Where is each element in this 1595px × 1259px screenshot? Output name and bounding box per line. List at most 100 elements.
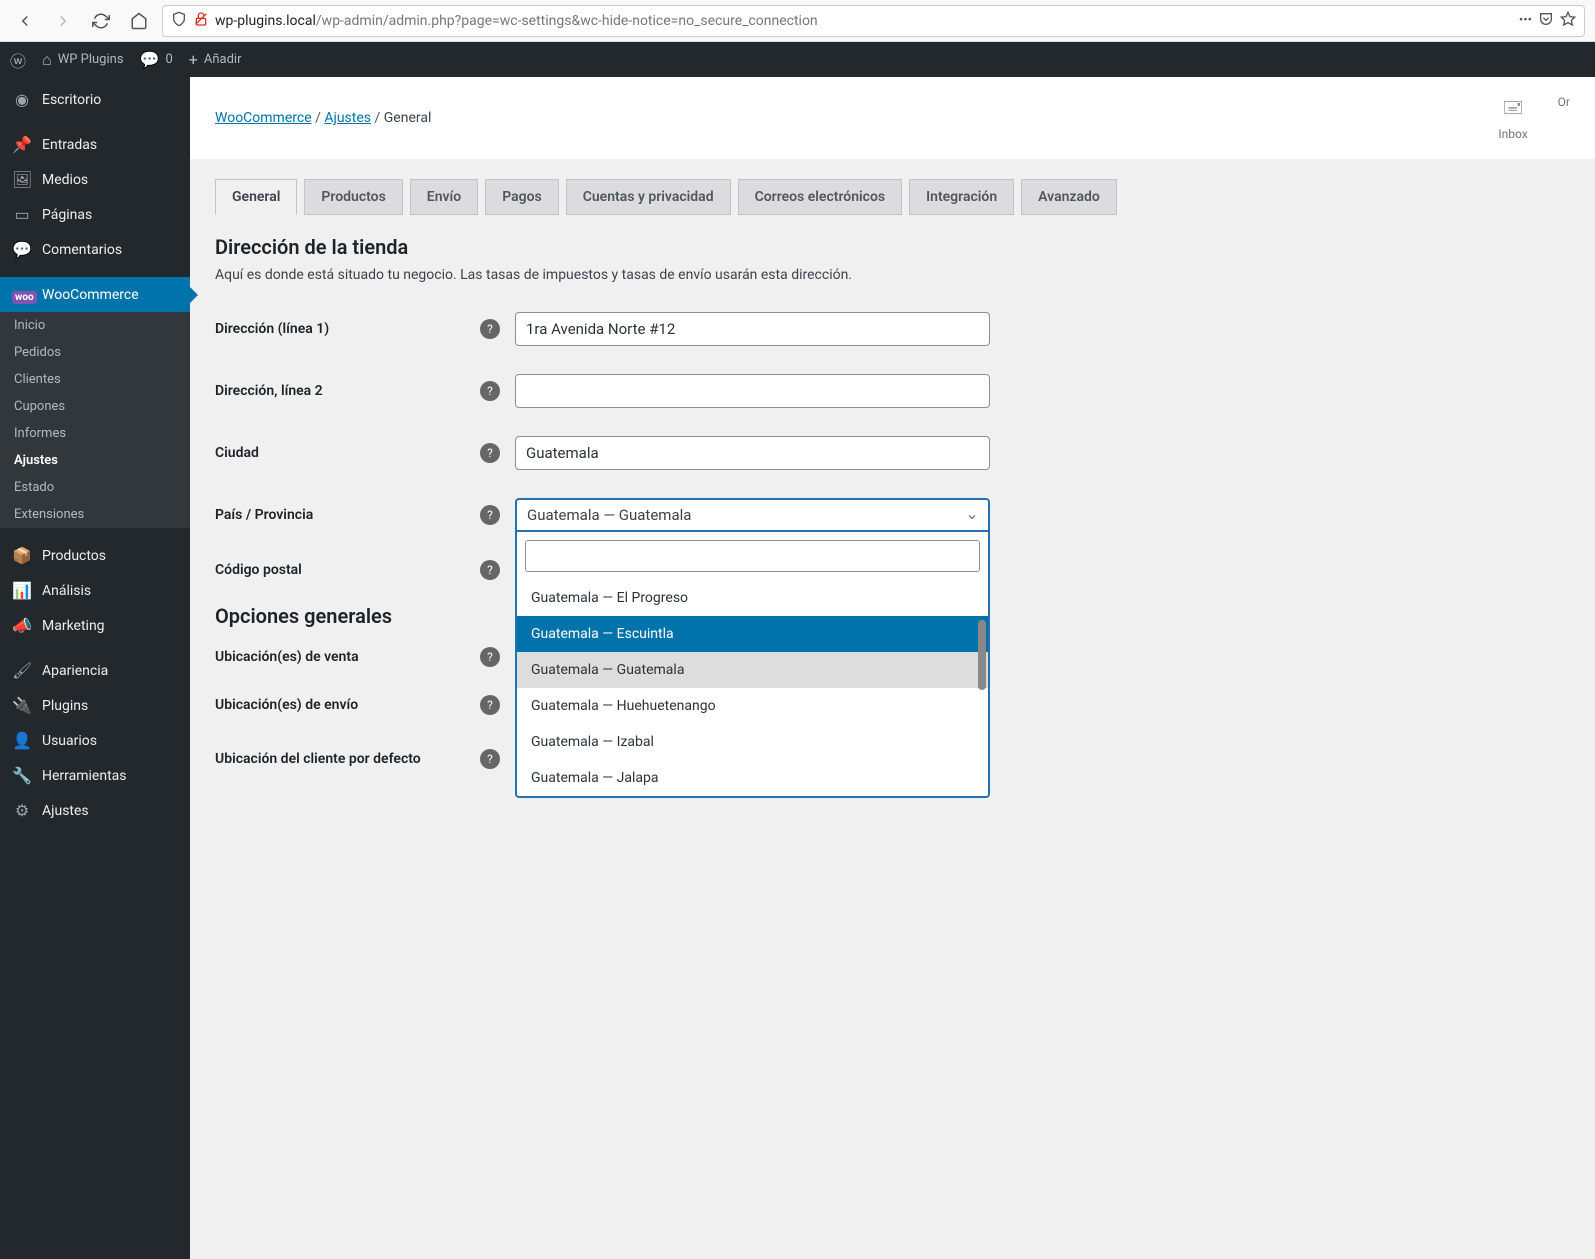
- tab-productos[interactable]: Productos: [304, 179, 402, 215]
- inbox-icon: 🖃: [1502, 95, 1523, 125]
- plus-icon: +: [189, 50, 198, 69]
- menu-pages[interactable]: ▭Páginas: [0, 197, 190, 232]
- settings-tabs: General Productos Envío Pagos Cuentas y …: [190, 159, 1595, 215]
- menu-productos[interactable]: 📦Productos: [0, 538, 190, 573]
- selling-label: Ubicación(es) de venta: [215, 649, 480, 665]
- user-icon: 👤: [12, 731, 32, 750]
- menu-media[interactable]: 🖼Medios: [0, 162, 190, 197]
- comment-icon: 💬: [140, 50, 160, 69]
- chevron-down-icon: [966, 509, 978, 521]
- menu-apariencia[interactable]: 🖌Apariencia: [0, 653, 190, 688]
- help-icon[interactable]: ?: [480, 381, 500, 401]
- tab-cuentas[interactable]: Cuentas y privacidad: [566, 179, 731, 215]
- dashboard-icon: ◉: [12, 90, 32, 109]
- tab-general[interactable]: General: [215, 179, 297, 215]
- inbox-button[interactable]: 🖃Inbox: [1498, 95, 1527, 141]
- url-text: wp-plugins.local/wp-admin/admin.php?page…: [215, 13, 1513, 29]
- menu-analisis[interactable]: 📊Análisis: [0, 573, 190, 608]
- breadcrumb-ajustes[interactable]: Ajustes: [324, 110, 371, 126]
- menu-marketing[interactable]: 📣Marketing: [0, 608, 190, 643]
- scrollbar-thumb[interactable]: [978, 620, 986, 690]
- menu-comments[interactable]: 💬Comentarios: [0, 232, 190, 267]
- submenu-clientes[interactable]: Clientes: [0, 366, 190, 393]
- country-dropdown: Guatemala — El Progreso Guatemala — Escu…: [515, 532, 990, 798]
- help-icon[interactable]: ?: [480, 505, 500, 525]
- url-bar[interactable]: wp-plugins.local/wp-admin/admin.php?page…: [162, 5, 1585, 37]
- dropdown-option[interactable]: Guatemala — Guatemala: [517, 652, 988, 688]
- dropdown-option[interactable]: Guatemala — Escuintla: [517, 616, 988, 652]
- menu-usuarios[interactable]: 👤Usuarios: [0, 723, 190, 758]
- breadcrumb: WooCommerce / Ajustes / General: [215, 110, 431, 126]
- city-input[interactable]: [515, 436, 990, 470]
- menu-woocommerce[interactable]: woo WooCommerce: [0, 277, 190, 312]
- help-icon[interactable]: ?: [480, 695, 500, 715]
- wp-logo[interactable]: ⓦ: [10, 48, 26, 72]
- menu-herramientas[interactable]: 🔧Herramientas: [0, 758, 190, 793]
- submenu-extensiones[interactable]: Extensiones: [0, 501, 190, 528]
- menu-plugins[interactable]: 🔌Plugins: [0, 688, 190, 723]
- dropdown-option[interactable]: Guatemala — El Progreso: [517, 580, 988, 616]
- menu-dashboard[interactable]: ◉Escritorio: [0, 82, 190, 117]
- submenu-ajustes[interactable]: Ajustes: [0, 447, 190, 474]
- submenu-informes[interactable]: Informes: [0, 420, 190, 447]
- default-loc-label: Ubicación del cliente por defecto: [215, 751, 480, 767]
- tab-correos[interactable]: Correos electrónicos: [738, 179, 903, 215]
- help-icon[interactable]: ?: [480, 647, 500, 667]
- address1-input[interactable]: [515, 312, 990, 346]
- sliders-icon: ⚙: [12, 801, 32, 820]
- pin-icon: 📌: [12, 135, 32, 154]
- section-desc: Aquí es donde está situado tu negocio. L…: [215, 267, 1570, 283]
- bookmark-icon[interactable]: [1560, 11, 1576, 31]
- city-label: Ciudad: [215, 445, 480, 461]
- country-select[interactable]: Guatemala — Guatemala: [515, 498, 990, 532]
- menu-posts[interactable]: 📌Entradas: [0, 127, 190, 162]
- add-new-link[interactable]: +Añadir: [189, 50, 242, 69]
- submenu-pedidos[interactable]: Pedidos: [0, 339, 190, 366]
- back-button[interactable]: [10, 6, 40, 36]
- help-icon[interactable]: ?: [480, 749, 500, 769]
- page-header: WooCommerce / Ajustes / General 🖃Inbox O…: [190, 77, 1595, 159]
- help-icon[interactable]: ?: [480, 319, 500, 339]
- dropdown-option[interactable]: Guatemala — Jalapa: [517, 760, 988, 796]
- country-selected-value: Guatemala — Guatemala: [527, 506, 691, 524]
- comment-icon: 💬: [12, 240, 32, 259]
- dropdown-option[interactable]: Guatemala — Huehuetenango: [517, 688, 988, 724]
- home-button[interactable]: [124, 6, 154, 36]
- breadcrumb-woocommerce[interactable]: WooCommerce: [215, 110, 312, 126]
- page-icon: ▭: [12, 205, 32, 224]
- tab-pagos[interactable]: Pagos: [485, 179, 559, 215]
- breadcrumb-current: General: [384, 110, 432, 126]
- tab-avanzado[interactable]: Avanzado: [1021, 179, 1117, 215]
- country-label: País / Provincia: [215, 507, 480, 523]
- help-icon[interactable]: ?: [480, 560, 500, 580]
- more-icon[interactable]: •••: [1519, 13, 1532, 28]
- menu-ajustes[interactable]: ⚙Ajustes: [0, 793, 190, 828]
- wp-adminbar: ⓦ ⌂WP Plugins 💬0 +Añadir: [0, 42, 1595, 77]
- reload-button[interactable]: [86, 6, 116, 36]
- address2-label: Dirección, línea 2: [215, 383, 480, 399]
- tab-envio[interactable]: Envío: [410, 179, 478, 215]
- address2-input[interactable]: [515, 374, 990, 408]
- orders-button[interactable]: Or: [1558, 95, 1570, 141]
- active-arrow-icon: [190, 287, 198, 303]
- comments-link[interactable]: 💬0: [140, 50, 173, 69]
- woo-submenu: Inicio Pedidos Clientes Cupones Informes…: [0, 312, 190, 528]
- main-content: WooCommerce / Ajustes / General 🖃Inbox O…: [190, 77, 1595, 1259]
- dropdown-list: Guatemala — El Progreso Guatemala — Escu…: [517, 580, 988, 796]
- dropdown-search-input[interactable]: [525, 540, 980, 572]
- dropdown-option[interactable]: Guatemala — Izabal: [517, 724, 988, 760]
- megaphone-icon: 📣: [12, 616, 32, 635]
- browser-toolbar: wp-plugins.local/wp-admin/admin.php?page…: [0, 0, 1595, 42]
- submenu-cupones[interactable]: Cupones: [0, 393, 190, 420]
- section-title: Dirección de la tienda: [215, 235, 1570, 259]
- forward-button[interactable]: [48, 6, 78, 36]
- tab-integracion[interactable]: Integración: [909, 179, 1014, 215]
- pocket-icon[interactable]: [1538, 11, 1554, 31]
- stats-icon: 📊: [12, 581, 32, 600]
- site-link[interactable]: ⌂WP Plugins: [42, 50, 124, 70]
- help-icon[interactable]: ?: [480, 443, 500, 463]
- address1-label: Dirección (línea 1): [215, 321, 480, 337]
- submenu-estado[interactable]: Estado: [0, 474, 190, 501]
- wrench-icon: 🔧: [12, 766, 32, 785]
- submenu-inicio[interactable]: Inicio: [0, 312, 190, 339]
